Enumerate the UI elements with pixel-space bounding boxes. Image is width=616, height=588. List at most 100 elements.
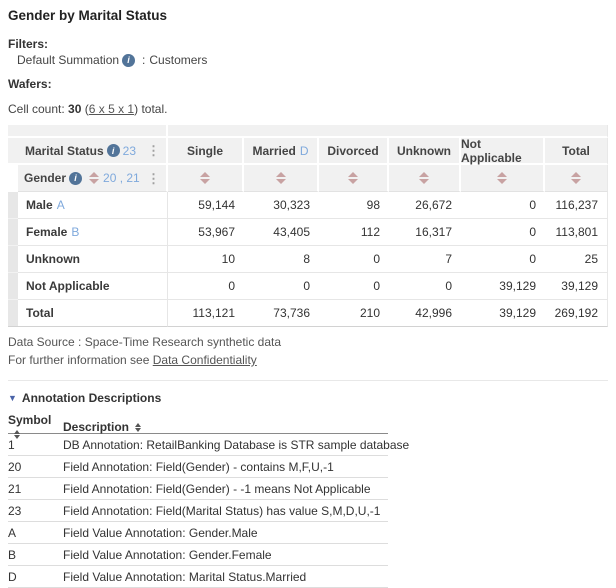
- sort-cell-not-applicable: [461, 165, 545, 192]
- value-cell: 7: [389, 246, 461, 273]
- column-header-single[interactable]: Single: [168, 138, 244, 165]
- field-menu-icon[interactable]: ⋮: [145, 144, 162, 157]
- column-header-label: Divorced: [327, 144, 378, 158]
- value-cell: 112: [319, 219, 389, 246]
- row-gutter: [8, 246, 18, 273]
- info-icon[interactable]: i: [69, 172, 82, 185]
- description-column-header[interactable]: Description: [63, 420, 388, 434]
- filters-label: Filters:: [8, 37, 608, 51]
- row-label-text: Total: [26, 306, 54, 320]
- filter-separator: :: [142, 53, 145, 67]
- row-label-text: Not Applicable: [26, 279, 110, 293]
- data-confidentiality-link[interactable]: Data Confidentiality: [153, 353, 257, 367]
- row-label-not-applicable: Not Applicable: [18, 273, 168, 300]
- info-icon[interactable]: i: [122, 54, 135, 67]
- row-label-total: Total: [18, 300, 168, 327]
- annotation-descriptions-section: ▼ Annotation Descriptions Symbol Descrip…: [8, 391, 608, 588]
- annotation-table-header: Symbol Description: [8, 413, 388, 434]
- wafers-label: Wafers:: [8, 77, 608, 91]
- row-field-label: Gender: [24, 171, 66, 185]
- annotation-ref-d[interactable]: D: [300, 144, 309, 158]
- filter-name: Default Summation: [17, 53, 119, 67]
- filters-section: Filters: Default Summation i : Customers: [8, 37, 608, 67]
- value-cell: 16,317: [389, 219, 461, 246]
- value-cell: 98: [319, 192, 389, 219]
- sort-icon[interactable]: [89, 172, 99, 184]
- sort-icon[interactable]: [276, 172, 286, 184]
- annotation-symbol: A: [8, 526, 63, 540]
- value-cell: 39,129: [461, 300, 545, 327]
- data-source-line: Data Source : Space-Time Research synthe…: [8, 335, 608, 350]
- value-cell: 42,996: [389, 300, 461, 327]
- page-title: Gender by Marital Status: [8, 8, 608, 23]
- sort-cell-divorced: [319, 165, 389, 192]
- annotation-symbol: 21: [8, 482, 63, 496]
- sort-cell-total: [545, 165, 608, 192]
- cell-count-dims-link[interactable]: 6 x 5 x 1: [89, 102, 134, 116]
- row-gutter: [8, 300, 18, 327]
- column-header-total[interactable]: Total: [545, 138, 608, 165]
- annotation-row: B Field Value Annotation: Gender.Female: [8, 544, 388, 566]
- value-cell: 0: [244, 273, 319, 300]
- row-label-text: Female: [26, 225, 67, 239]
- annotation-table: Symbol Description 1 DB Annotation: Reta…: [8, 413, 388, 588]
- annotation-refs-20-21[interactable]: 20 , 21: [103, 171, 140, 185]
- further-info-line: For further information see Data Confide…: [8, 353, 608, 368]
- column-header-married[interactable]: Married D: [244, 138, 319, 165]
- column-header-label: Married: [252, 144, 295, 158]
- annotation-description: Field Value Annotation: Marital Status.M…: [63, 570, 388, 584]
- column-header-not-applicable[interactable]: Not Applicable: [461, 138, 545, 165]
- annotation-ref-23[interactable]: 23: [123, 144, 136, 158]
- value-cell: 26,672: [389, 192, 461, 219]
- annotation-row: 20 Field Annotation: Field(Gender) - con…: [8, 456, 388, 478]
- annotation-row: 23 Field Annotation: Field(Marital Statu…: [8, 500, 388, 522]
- sort-cell-married: [244, 165, 319, 192]
- annotation-row: 1 DB Annotation: RetailBanking Database …: [8, 434, 388, 456]
- annotation-symbol: B: [8, 548, 63, 562]
- column-header-unknown[interactable]: Unknown: [389, 138, 461, 165]
- value-cell: 0: [319, 273, 389, 300]
- crosstab-table: Marital Status i 23 ⋮ Single MarriedD Di…: [8, 125, 608, 327]
- annotation-ref-b[interactable]: B: [71, 225, 79, 239]
- sort-icon[interactable]: [571, 172, 581, 184]
- column-header-label: Not Applicable: [461, 137, 543, 165]
- annotation-symbol: 1: [8, 438, 63, 452]
- annotation-row: D Field Value Annotation: Marital Status…: [8, 566, 388, 588]
- field-menu-icon[interactable]: ⋮: [145, 172, 162, 185]
- info-icon[interactable]: i: [107, 144, 120, 157]
- value-cell: 113,801: [545, 219, 608, 246]
- value-cell: 8: [244, 246, 319, 273]
- annotation-symbol: 23: [8, 504, 63, 518]
- annotation-symbol: 20: [8, 460, 63, 474]
- value-cell: 210: [319, 300, 389, 327]
- value-cell: 43,405: [244, 219, 319, 246]
- column-header-label: Unknown: [397, 144, 451, 158]
- sort-icon[interactable]: [419, 172, 429, 184]
- column-header-divorced[interactable]: Divorced: [319, 138, 389, 165]
- value-cell: 59,144: [168, 192, 244, 219]
- sort-icon[interactable]: [497, 172, 507, 184]
- value-cell: 39,129: [461, 273, 545, 300]
- sort-icon[interactable]: [348, 172, 358, 184]
- column-header-label: Total: [562, 144, 590, 158]
- filter-default-summation: Default Summation i : Customers: [17, 53, 608, 67]
- value-cell: 0: [461, 246, 545, 273]
- row-label-unknown: Unknown: [18, 246, 168, 273]
- value-cell: 116,237: [545, 192, 608, 219]
- sort-icon[interactable]: [200, 172, 210, 184]
- filter-value: Customers: [149, 53, 207, 67]
- further-info-text: For further information see: [8, 353, 149, 367]
- description-header-label: Description: [63, 420, 129, 434]
- cell-count-value: 30: [68, 102, 81, 116]
- annotation-descriptions-title: Annotation Descriptions: [22, 391, 161, 405]
- annotation-ref-a[interactable]: A: [57, 198, 65, 212]
- row-label-male: MaleA: [18, 192, 168, 219]
- paren-close: ) total.: [134, 102, 167, 116]
- collapse-arrow-icon[interactable]: ▼: [8, 394, 17, 403]
- value-cell: 269,192: [545, 300, 608, 327]
- annotation-descriptions-toggle[interactable]: ▼ Annotation Descriptions: [8, 391, 608, 405]
- value-cell: 113,121: [168, 300, 244, 327]
- row-label-text: Unknown: [26, 252, 80, 266]
- cell-count-line: Cell count: 30 (6 x 5 x 1) total.: [8, 102, 608, 116]
- sort-icon[interactable]: [135, 423, 141, 432]
